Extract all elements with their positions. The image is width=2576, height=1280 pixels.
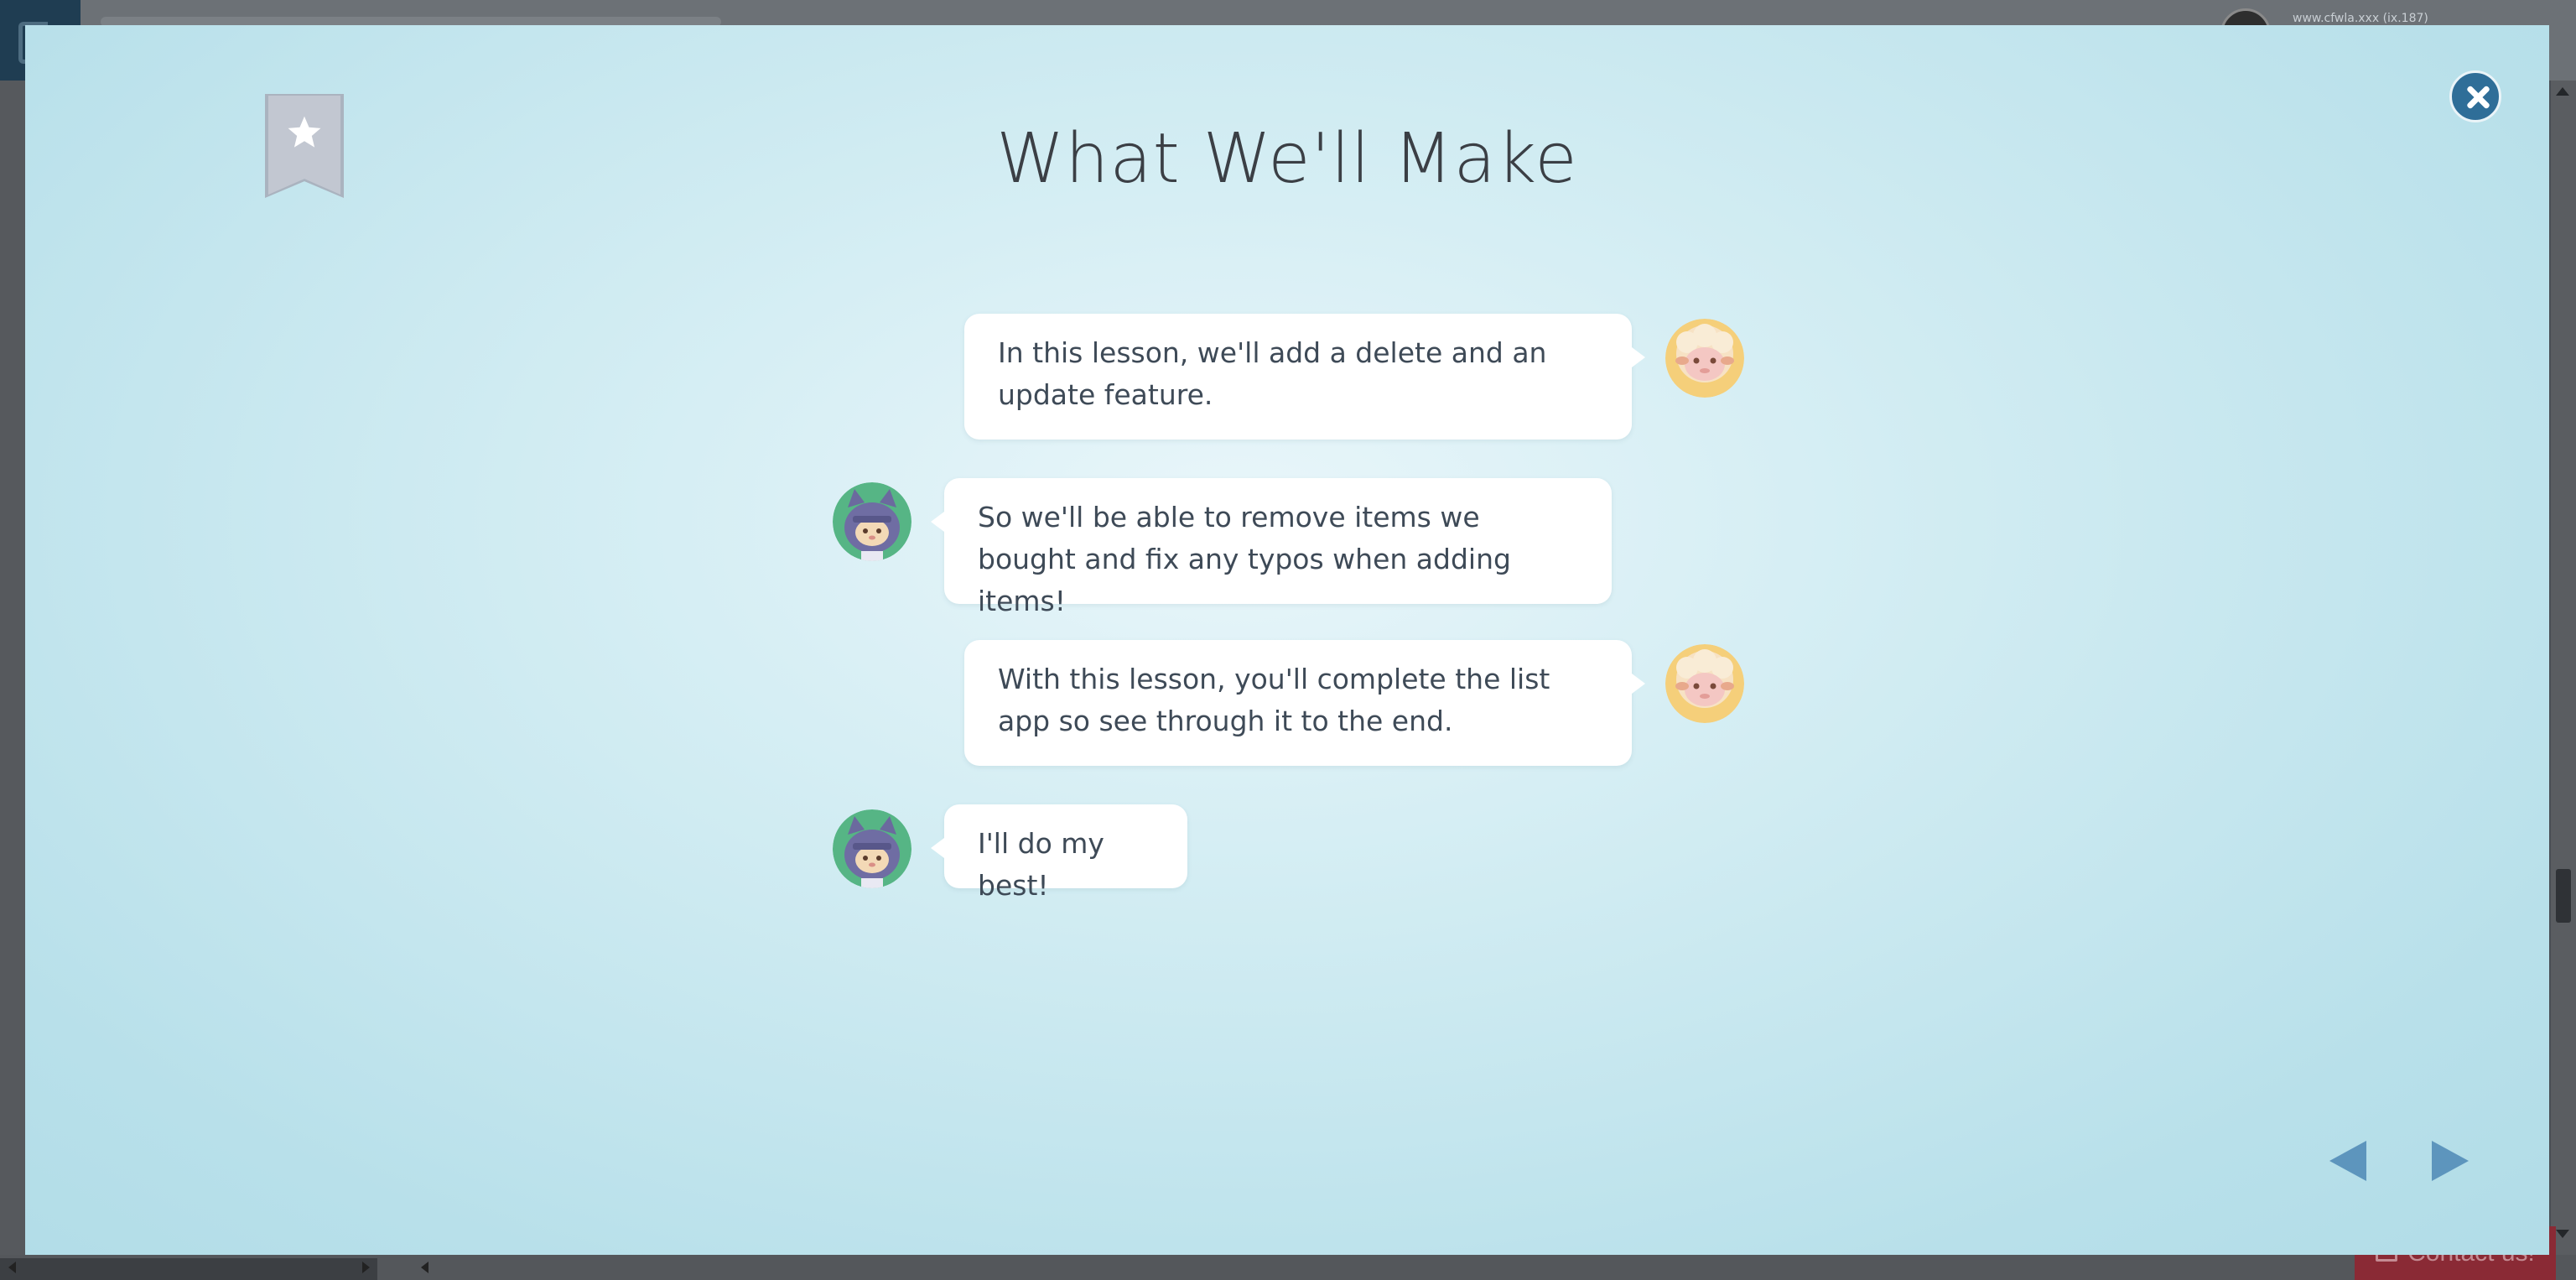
chat-bubble: In this lesson, we'll add a delete and a… [964,314,1645,440]
ninja-cat-avatar [833,809,911,888]
chat-message-text: I'll do my best! [978,827,1104,902]
chat-message-text: With this lesson, you'll complete the li… [998,663,1550,737]
scroll-left-icon [8,1262,16,1273]
lesson-modal: What We'll Make In this lesson, we'll ad… [25,25,2549,1255]
chat-bubble: With this lesson, you'll complete the li… [964,640,1645,766]
horizontal-scrollbar-left-pane [0,1258,377,1280]
sheep-avatar [1665,644,1744,723]
sheep-avatar [1665,319,1744,398]
horizontal-scrollbar [0,1255,2576,1280]
chat-bubble: So we'll be able to remove items we boug… [931,478,1612,617]
background-sidebar [0,81,25,1263]
chat-message-text: In this lesson, we'll add a delete and a… [998,336,1547,411]
scrollbar-thumb [2556,869,2571,923]
vertical-scrollbar [2551,81,2576,1255]
ninja-cat-avatar [833,482,911,561]
scroll-down-icon [2556,1230,2569,1238]
user-info-text: www.cfwla.xxx (ix.187) [2293,12,2428,25]
chat-bubble: I'll do my best! [931,804,1187,902]
arrow-right-icon[interactable] [2432,1141,2469,1181]
scroll-left-icon [421,1262,428,1273]
arrow-left-icon[interactable] [2329,1141,2366,1181]
chat-message-text: So we'll be able to remove items we boug… [978,501,1511,617]
scroll-up-icon [2556,87,2569,96]
modal-title: What We'll Make [996,119,1578,199]
close-icon[interactable] [2449,70,2501,122]
scroll-right-icon [362,1262,370,1273]
